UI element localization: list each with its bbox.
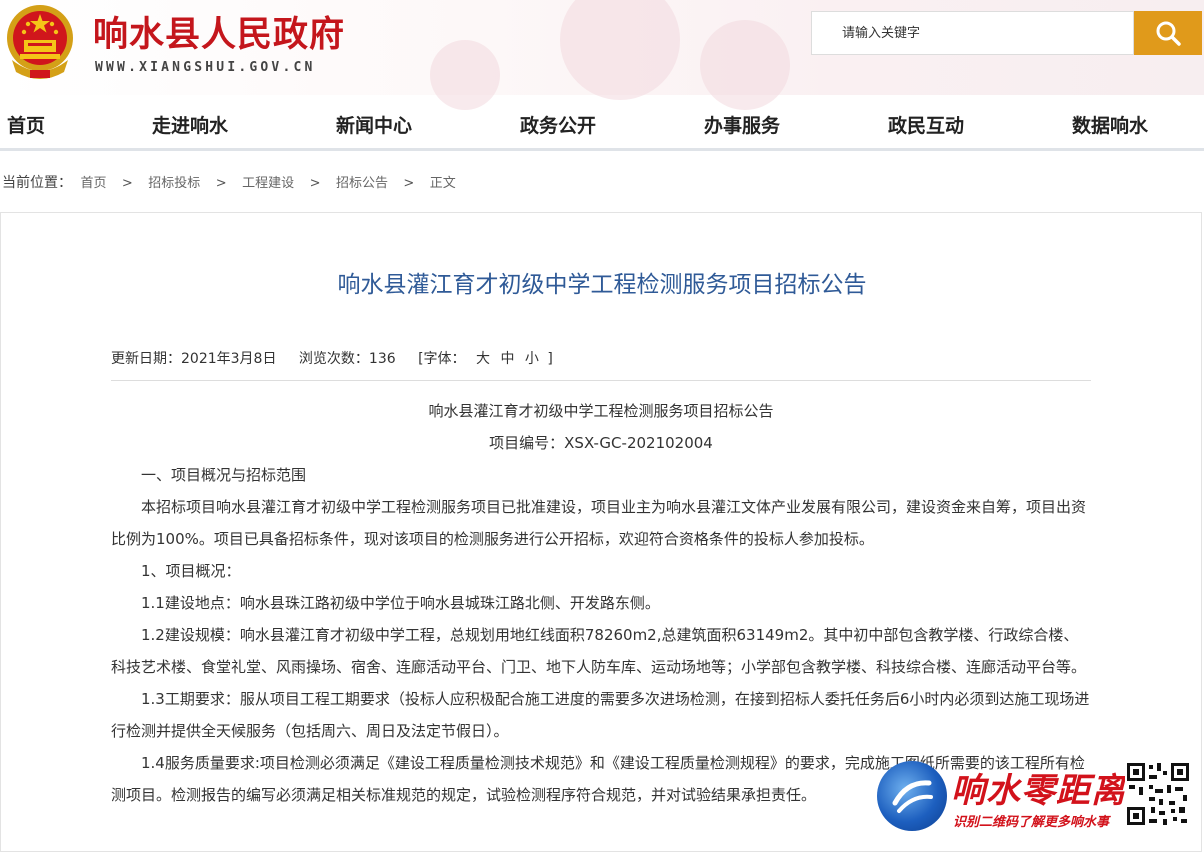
- search-icon: [1156, 21, 1181, 46]
- update-date: 更新日期：2021年3月8日: [111, 351, 277, 367]
- breadcrumb-separator: >: [215, 176, 227, 191]
- nav-item-services[interactable]: 办事服务: [704, 111, 780, 138]
- nav-item-news[interactable]: 新闻中心: [336, 111, 412, 138]
- nav-item-data[interactable]: 数据响水: [1072, 111, 1148, 138]
- background-blossom: [560, 0, 680, 100]
- paragraph: 1.2建设规模：响水县灌江育才初级中学工程，总规划用地红线面积78260m2,总…: [111, 626, 1087, 676]
- article-body: 响水县灌江育才初级中学工程检测服务项目招标公告 项目编号：XSX-GC-2021…: [111, 395, 1091, 811]
- breadcrumb-bidding[interactable]: 招标投标: [148, 172, 200, 191]
- paragraph: 1.3工期要求：服从项目工程工期要求（投标人应积极配合施工进度的需要多次进场检测…: [111, 690, 1090, 740]
- search-input[interactable]: [812, 12, 1133, 54]
- paragraph: 1、项目概况：: [141, 562, 241, 580]
- watermark-logo-icon: [877, 761, 947, 831]
- breadcrumb-announcements[interactable]: 招标公告: [336, 172, 388, 191]
- breadcrumb-construction[interactable]: 工程建设: [242, 172, 294, 191]
- article-title: 响水县灌江育才初级中学工程检测服务项目招标公告: [337, 272, 867, 298]
- article-meta: 更新日期：2021年3月8日 浏览次数：136 [字体： 大 中 小 ]: [111, 348, 553, 368]
- body-heading: 响水县灌江育才初级中学工程检测服务项目招标公告: [428, 402, 774, 420]
- watermark-name: 响水零距离: [951, 771, 1126, 811]
- nav-item-about[interactable]: 走进响水: [152, 111, 228, 138]
- paragraph: 本招标项目响水县灌江育才初级中学工程检测服务项目已批准建设，项目业主为响水县灌江…: [111, 498, 1087, 548]
- breadcrumb-separator: >: [403, 176, 415, 191]
- site-header: 响水县人民政府 WWW.XIANGSHUI.GOV.CN: [0, 0, 1204, 110]
- site-url: WWW.XIANGSHUI.GOV.CN: [95, 60, 316, 75]
- breadcrumb-separator: >: [121, 176, 133, 191]
- breadcrumb-label: 当前位置：: [2, 175, 72, 191]
- font-size-label: [字体：: [418, 351, 466, 367]
- breadcrumb: 当前位置： 首页 > 招标投标 > 工程建设 > 招标公告 > 正文: [2, 172, 456, 192]
- project-number: 项目编号：XSX-GC-202102004: [489, 434, 713, 452]
- font-size-medium-button[interactable]: 中: [500, 351, 514, 367]
- font-size-small-button[interactable]: 小: [525, 351, 539, 367]
- breadcrumb-home[interactable]: 首页: [80, 172, 106, 191]
- breadcrumb-separator: >: [309, 176, 321, 191]
- section-heading: 一、项目概况与招标范围: [141, 466, 307, 484]
- font-size-close: ]: [547, 351, 553, 367]
- nav-item-interaction[interactable]: 政民互动: [888, 111, 964, 138]
- site-title[interactable]: 响水县人民政府: [93, 6, 345, 57]
- paragraph: 1.1建设地点：响水县珠江路初级中学位于响水县城珠江路北侧、开发路东侧。: [141, 594, 660, 612]
- watermark-slogan: 识别二维码了解更多响水事: [953, 815, 1110, 830]
- view-count: 浏览次数：136: [298, 351, 396, 367]
- nav-item-gov-affairs[interactable]: 政务公开: [520, 111, 596, 138]
- search-box[interactable]: [811, 11, 1134, 55]
- nav-item-home[interactable]: 首页: [7, 111, 45, 138]
- meta-divider: [111, 380, 1091, 381]
- watermark: 响水零距离 识别二维码了解更多响水事: [877, 757, 1204, 845]
- national-emblem-icon[interactable]: [4, 2, 76, 80]
- breadcrumb-current: 正文: [429, 176, 456, 191]
- search-button[interactable]: [1134, 11, 1202, 55]
- qr-code-icon: [1125, 761, 1191, 827]
- font-size-large-button[interactable]: 大: [476, 351, 490, 367]
- main-nav: 首页 走进响水 新闻中心 政务公开 办事服务 政民互动 数据响水: [0, 95, 1204, 151]
